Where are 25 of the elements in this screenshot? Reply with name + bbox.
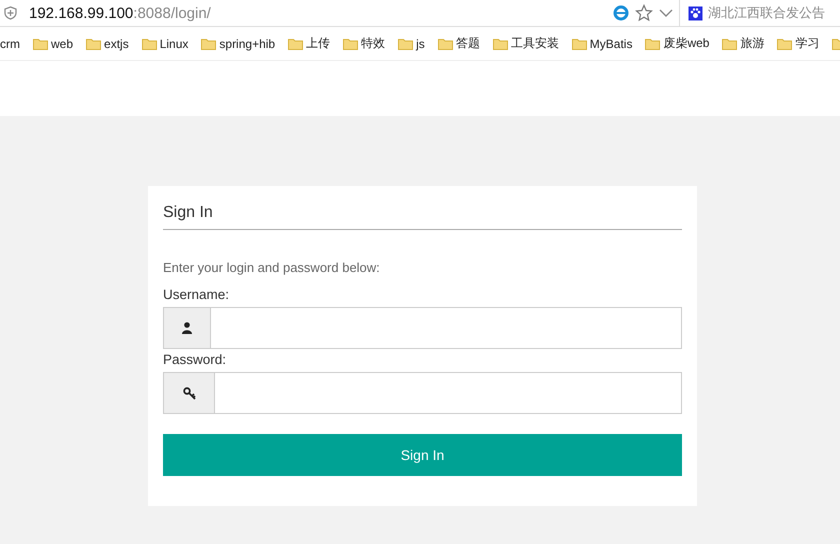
bookmark-link[interactable]: 工具安装 [510,35,559,52]
bookmark-link[interactable]: extjs [104,36,129,50]
browser-e-icon[interactable] [613,5,629,21]
bookmark-link[interactable]: Linux [160,36,188,50]
bookmark-link[interactable]: 学习 [795,35,820,52]
bookmark-link[interactable]: crm [0,36,20,50]
intro-text: Enter your login and password below: [163,260,381,275]
bookmark-link[interactable]: 废柴web [663,35,710,52]
star-icon[interactable] [635,4,653,22]
address-field[interactable]: 192.168.99.100:8088/login/ [23,4,607,22]
bookmark-link[interactable]: spring+hib [219,36,276,50]
bookmark-link[interactable]: web [51,36,74,50]
shield-icon [4,6,17,20]
card-title: Sign In [163,201,682,230]
field-label: Password: [163,352,228,367]
bookmark-link[interactable]: 答题 [456,35,480,52]
bookmark-link[interactable]: MyBatis [590,36,632,50]
bookmark-link[interactable]: js [416,36,425,50]
bookmark-link[interactable]: 旅游 [740,35,764,52]
dropdown-icon[interactable] [659,8,673,18]
bookmark-link[interactable]: 上传 [306,35,330,52]
paw-icon [688,6,703,20]
field-label: Username: [163,287,230,302]
search-field[interactable]: 湖北江西联合发公告 [679,0,836,26]
bookmark-link[interactable]: 特效 [361,35,386,52]
